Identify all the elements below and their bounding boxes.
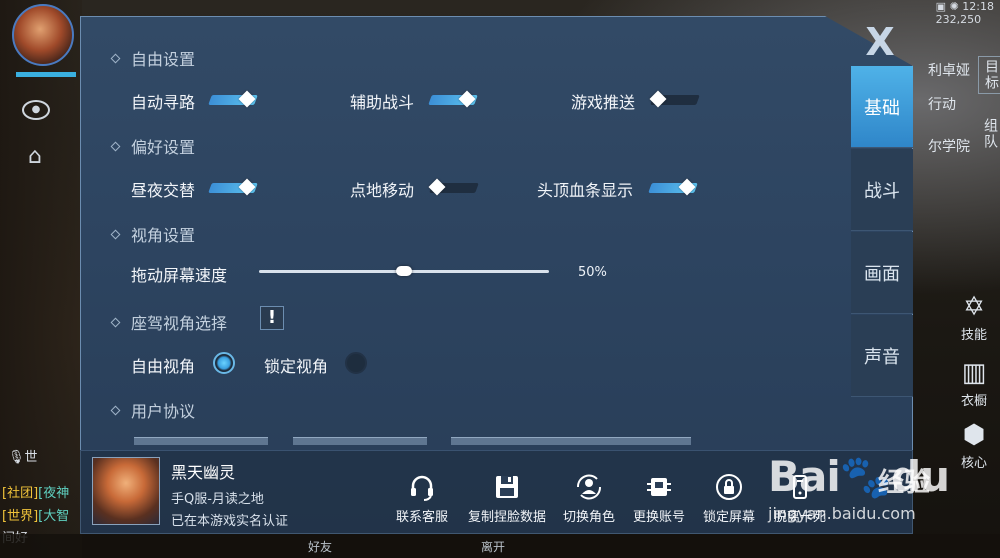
- lock-screen-button[interactable]: 锁定屏幕: [700, 470, 758, 525]
- close-icon[interactable]: X: [855, 23, 905, 61]
- tab-graphics[interactable]: 画面: [851, 232, 913, 314]
- lock-view-radio[interactable]: [345, 352, 367, 374]
- hud-hp-bar: [16, 72, 76, 77]
- slider-thumb[interactable]: [396, 266, 412, 276]
- switch-role-icon: [571, 470, 607, 504]
- team-tab[interactable]: 组队: [980, 118, 1000, 150]
- side-name: 尔学院: [928, 139, 970, 155]
- chat-line: [社团][夜神: [2, 486, 70, 501]
- section-cockpit: 座驾视角选择: [110, 310, 227, 334]
- camera-icon: ▣: [935, 0, 947, 13]
- day-night-label: 昼夜交替: [131, 181, 196, 200]
- tap-move-label: 点地移动: [350, 181, 415, 200]
- status-bar: ▣ ✺ 12:18 232,250: [935, 0, 994, 26]
- game-push-toggle[interactable]: [649, 90, 700, 108]
- tap-move-toggle[interactable]: [428, 178, 479, 196]
- agreement-button[interactable]: [134, 437, 268, 445]
- player-server: 手Q服-月读之地: [171, 492, 264, 507]
- home-icon[interactable]: ⌂: [22, 144, 48, 170]
- change-account-icon: [641, 470, 677, 504]
- leave-button[interactable]: 离开: [481, 538, 505, 555]
- star-icon: ✡: [963, 292, 985, 322]
- wardrobe-button[interactable]: ▥ 衣橱: [958, 358, 990, 409]
- tab-basic[interactable]: 基础: [851, 66, 913, 148]
- auto-path-label: 自动寻路: [131, 93, 196, 112]
- game-push-label: 游戏推送: [571, 93, 636, 112]
- change-account-button[interactable]: 更换账号: [630, 470, 688, 525]
- watermark-url: jingyan.baidu.com: [768, 504, 916, 523]
- section-agreement: 用户协议: [110, 398, 195, 422]
- agreement-button[interactable]: [293, 437, 427, 445]
- watermark-text: 经验: [878, 468, 931, 498]
- lock-icon: [711, 470, 747, 504]
- eye-icon[interactable]: ●: [22, 100, 50, 120]
- diamond-icon: [110, 317, 121, 327]
- diamond-icon: [110, 405, 121, 415]
- headset-icon: [404, 470, 440, 504]
- free-view-label: 自由视角: [131, 357, 196, 376]
- side-name: 利卓娅: [928, 63, 970, 79]
- microphone-icon: 🎙: [8, 450, 25, 465]
- baidu-watermark: Bai🐾du 经验 jingyan.baidu.com: [768, 452, 1000, 532]
- lock-view-label: 锁定视角: [264, 357, 329, 376]
- assist-battle-toggle[interactable]: [428, 90, 478, 108]
- section-free: 自由设置: [110, 46, 195, 70]
- core-icon: ⬢: [962, 420, 986, 450]
- info-icon[interactable]: !: [260, 306, 284, 330]
- player-name: 黑天幽灵: [171, 463, 236, 482]
- chat-toggle[interactable]: 🎙世: [8, 446, 38, 465]
- settings-tabs: 基础 战斗 画面 声音: [851, 66, 913, 398]
- skill-button[interactable]: ✡ 技能: [958, 292, 990, 343]
- brightness-icon: ✺: [949, 0, 959, 13]
- target-tab[interactable]: 目标: [978, 56, 1000, 94]
- bottom-hud: 好友 离开: [0, 534, 1000, 558]
- switch-role-button[interactable]: 切换角色: [560, 470, 618, 525]
- drag-speed-label: 拖动屏幕速度: [131, 266, 228, 285]
- wardrobe-icon: ▥: [961, 358, 987, 388]
- drag-speed-value: 50%: [578, 265, 607, 280]
- day-night-toggle[interactable]: [208, 178, 258, 196]
- side-name: 行动: [928, 97, 956, 113]
- copy-face-data-button[interactable]: 复制捏脸数据: [464, 470, 550, 525]
- diamond-icon: [110, 53, 121, 63]
- free-view-radio[interactable]: [213, 352, 235, 374]
- save-icon: [489, 470, 525, 504]
- auto-path-toggle[interactable]: [208, 90, 258, 108]
- player-avatar: [92, 457, 160, 525]
- agreement-button[interactable]: [451, 437, 691, 445]
- section-preference: 偏好设置: [110, 134, 195, 158]
- drag-speed-slider[interactable]: [259, 265, 549, 279]
- tab-sound[interactable]: 声音: [851, 315, 913, 397]
- chat-line: [世界][大智: [2, 509, 70, 524]
- left-hud: ● ⌂: [0, 0, 82, 558]
- section-view: 视角设置: [110, 222, 195, 246]
- head-hp-label: 头顶血条显示: [537, 181, 634, 200]
- assist-battle-label: 辅助战斗: [350, 93, 415, 112]
- player-auth-status: 已在本游戏实名认证: [171, 514, 289, 529]
- diamond-icon: [110, 141, 121, 151]
- head-hp-toggle[interactable]: [648, 178, 698, 196]
- diamond-icon: [110, 229, 121, 239]
- contact-support-button[interactable]: 联系客服: [392, 470, 452, 525]
- hud-avatar[interactable]: [12, 4, 74, 66]
- tab-battle[interactable]: 战斗: [851, 149, 913, 231]
- friends-button[interactable]: 好友: [308, 538, 332, 555]
